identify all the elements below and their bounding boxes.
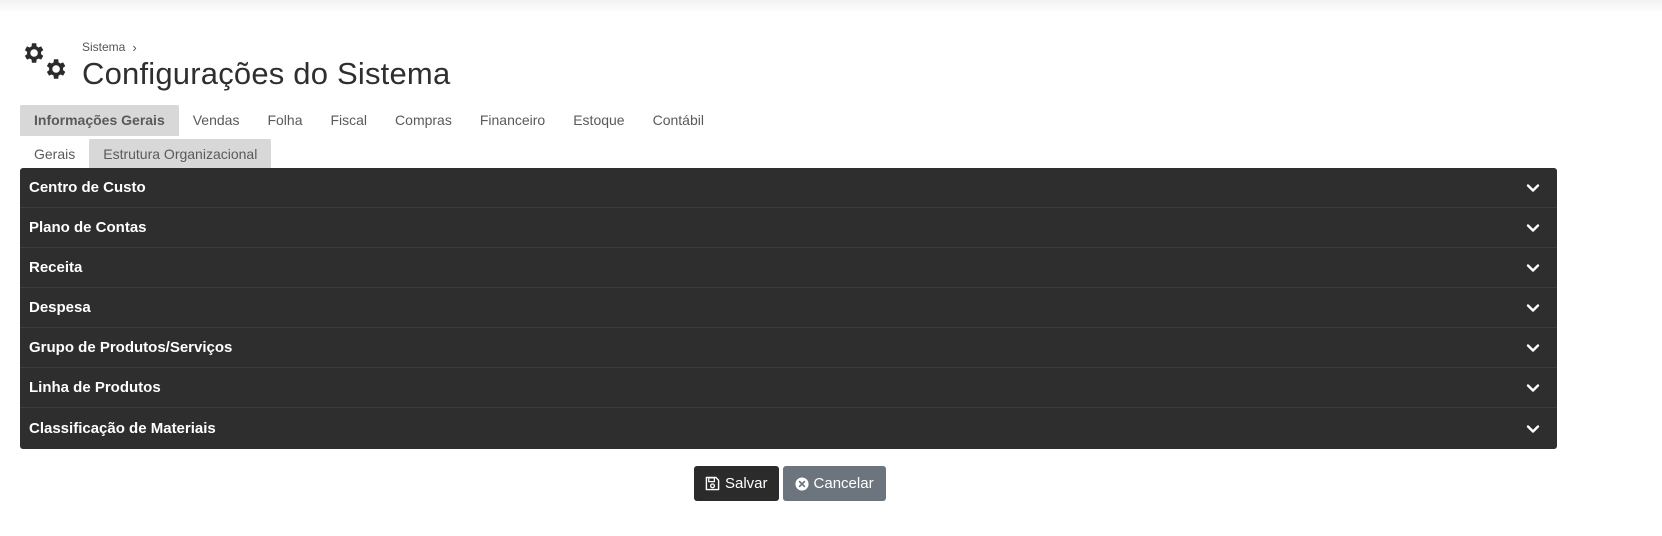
section-despesa[interactable]: Despesa: [20, 288, 1557, 328]
subtab-estrutura-organizacional[interactable]: Estrutura Organizacional: [89, 139, 272, 169]
floppy-disk-icon: [705, 476, 720, 491]
section-centro-de-custo[interactable]: Centro de Custo: [20, 168, 1557, 208]
section-label: Classificação de Materiais: [29, 420, 216, 437]
section-grupo-de-produtos-servicos[interactable]: Grupo de Produtos/Serviços: [20, 328, 1557, 368]
chevron-down-icon[interactable]: [1525, 220, 1541, 236]
chevron-down-icon[interactable]: [1525, 260, 1541, 276]
tab-vendas[interactable]: Vendas: [179, 105, 254, 136]
section-label: Receita: [29, 259, 83, 276]
section-label: Centro de Custo: [29, 179, 146, 196]
section-label: Despesa: [29, 299, 91, 316]
top-bar: [0, 0, 1662, 14]
breadcrumb-item-sistema[interactable]: Sistema: [82, 40, 125, 54]
tab-folha[interactable]: Folha: [253, 105, 316, 136]
form-actions: Salvar Cancelar: [694, 466, 886, 501]
chevron-down-icon[interactable]: [1525, 340, 1541, 356]
cancel-button-label: Cancelar: [813, 475, 874, 492]
chevron-down-icon[interactable]: [1525, 180, 1541, 196]
sub-tabs: Gerais Estrutura Organizacional: [20, 139, 272, 169]
tab-contabil[interactable]: Contábil: [639, 105, 718, 136]
gears-icon: [20, 40, 70, 84]
tab-compras[interactable]: Compras: [381, 105, 466, 136]
tab-informacoes-gerais[interactable]: Informações Gerais: [20, 105, 179, 136]
sections-accordion: Centro de Custo Plano de Contas Receita …: [20, 168, 1557, 449]
page-title: Configurações do Sistema: [82, 56, 451, 91]
tab-estoque[interactable]: Estoque: [559, 105, 638, 136]
section-label: Linha de Produtos: [29, 379, 161, 396]
section-classificacao-de-materiais[interactable]: Classificação de Materiais: [20, 408, 1557, 449]
chevron-down-icon[interactable]: [1525, 380, 1541, 396]
tab-financeiro[interactable]: Financeiro: [466, 105, 559, 136]
section-label: Plano de Contas: [29, 219, 147, 236]
chevron-down-icon[interactable]: [1525, 421, 1541, 437]
breadcrumb-separator-icon: ›: [132, 39, 137, 55]
section-plano-de-contas[interactable]: Plano de Contas: [20, 208, 1557, 248]
page-header: Sistema › Configurações do Sistema: [20, 38, 450, 92]
main-tabs: Informações Gerais Vendas Folha Fiscal C…: [20, 105, 718, 136]
cancel-button[interactable]: Cancelar: [782, 466, 886, 501]
section-linha-de-produtos[interactable]: Linha de Produtos: [20, 368, 1557, 408]
save-button[interactable]: Salvar: [694, 466, 779, 501]
times-circle-icon: [794, 476, 809, 491]
breadcrumb: Sistema ›: [82, 38, 450, 56]
subtab-gerais[interactable]: Gerais: [20, 139, 89, 169]
save-button-label: Salvar: [725, 475, 768, 492]
section-receita[interactable]: Receita: [20, 248, 1557, 288]
tab-fiscal[interactable]: Fiscal: [316, 105, 381, 136]
section-label: Grupo de Produtos/Serviços: [29, 339, 233, 356]
chevron-down-icon[interactable]: [1525, 300, 1541, 316]
